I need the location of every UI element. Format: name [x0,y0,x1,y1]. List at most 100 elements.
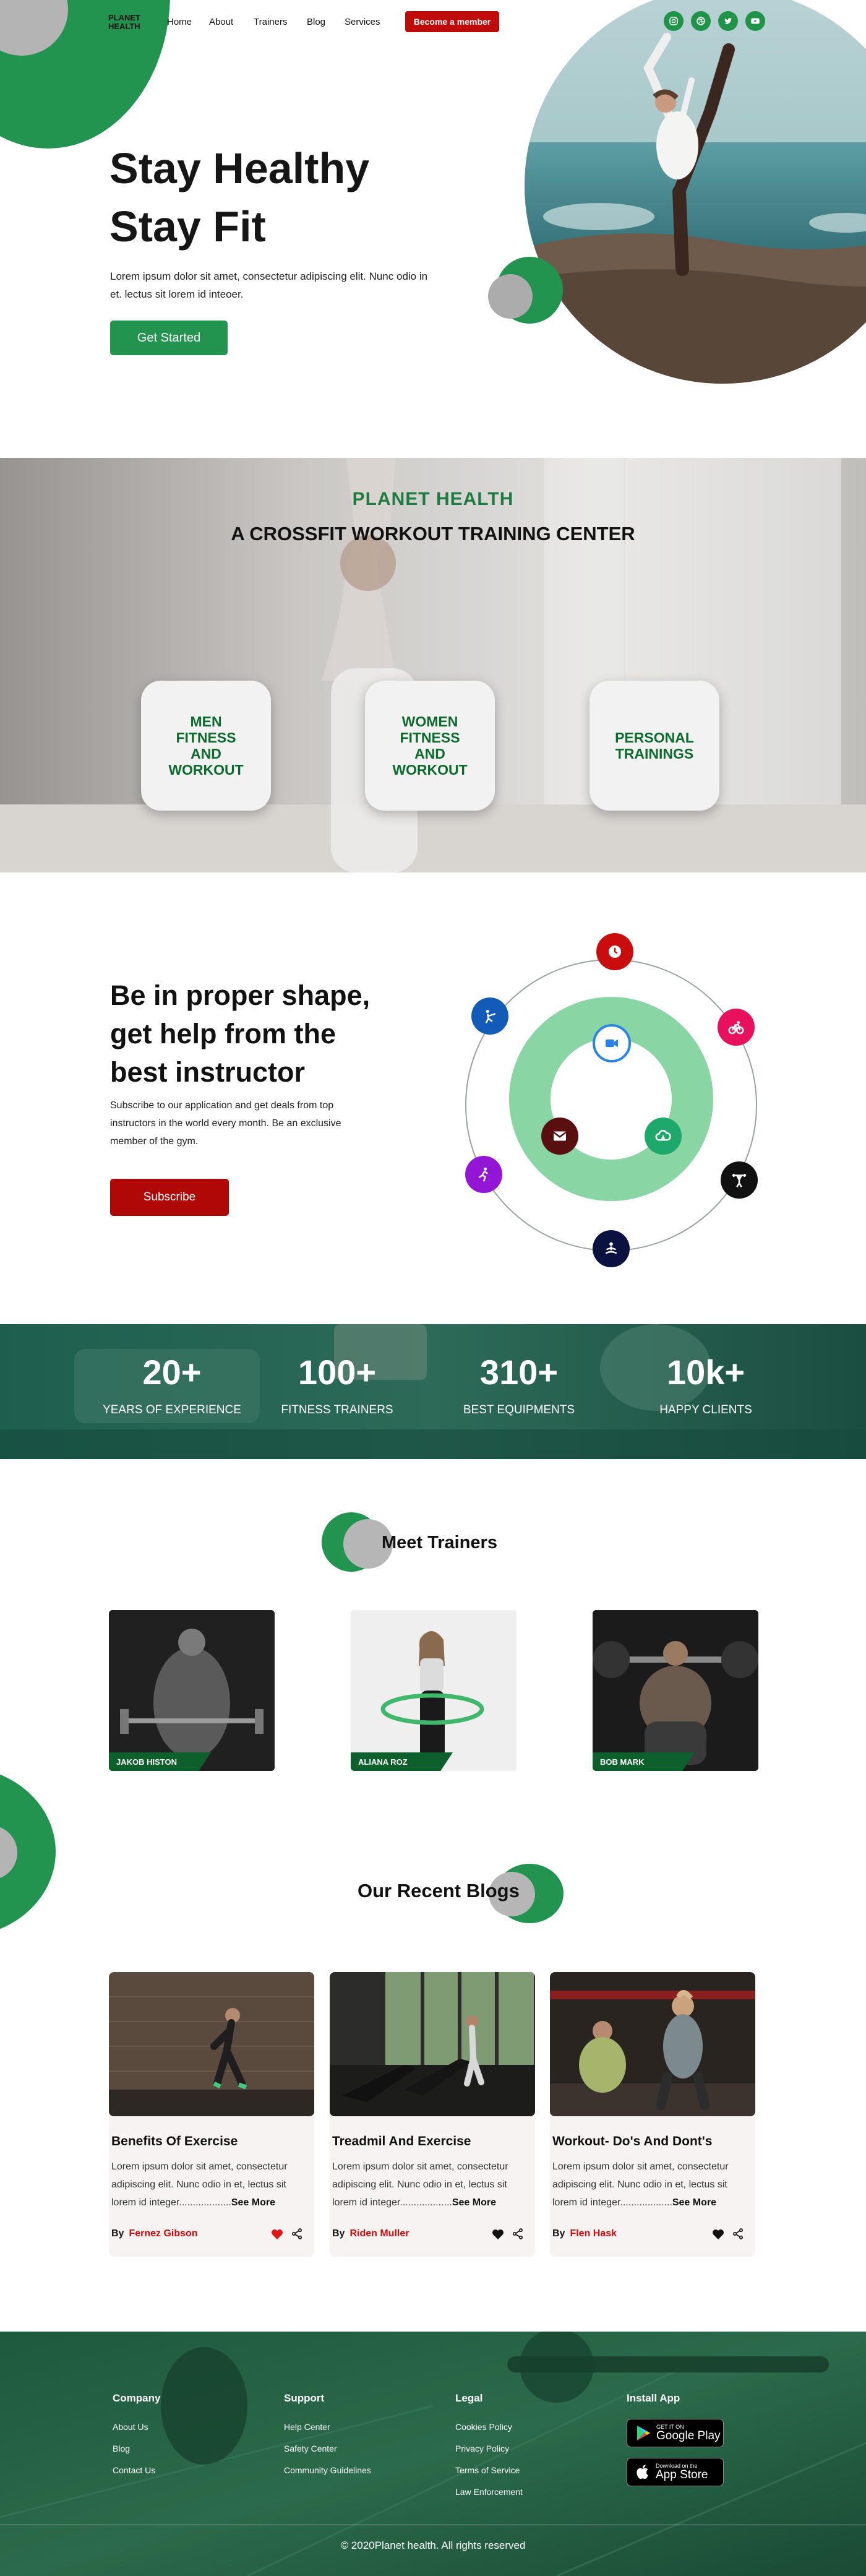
footer-link-law[interactable]: Law Enforcement [455,2487,523,2497]
app-store-button[interactable]: Download on the App Store [627,2458,724,2486]
blog-author[interactable]: Riden Muller [349,2228,409,2239]
blog-byline: By Fernez Gibson [111,2228,198,2239]
dribbble-icon[interactable] [691,11,711,31]
footer-link-about[interactable]: About Us [113,2422,148,2432]
nav-services[interactable]: Services [345,17,380,27]
runner-icon[interactable] [465,1156,502,1193]
trainer-card[interactable]: ALIANA ROZ [351,1610,517,1771]
hero-decor-grey-dot [488,274,533,319]
stat-label: FITNESS TRAINERS [281,1403,393,1416]
hero-title-line2: Stay Fit [109,202,266,251]
footer-link-contact[interactable]: Contact Us [113,2465,155,2475]
subscribe-button[interactable]: Subscribe [110,1179,229,1216]
blog-author[interactable]: Flen Hask [570,2228,617,2239]
blog-author[interactable]: Fernez Gibson [129,2228,197,2239]
proper-shape-title: Be in proper shape, get help from the be… [110,980,371,1088]
share-icon[interactable] [732,2227,744,2241]
stat-label: HAPPY CLIENTS [659,1403,752,1416]
heart-icon[interactable] [711,2226,726,2241]
see-more-link[interactable]: See More [672,2197,716,2208]
blog-card[interactable]: Treadmil And Exercise Lorem ipsum dolor … [330,1972,535,2257]
blog-text: Lorem ipsum dolor sit amet, consectetur … [111,2158,309,2212]
google-play-icon [637,2426,650,2440]
training-center-label: PLANET HEALTH [352,489,514,509]
video-icon[interactable] [593,1024,631,1062]
apple-icon [637,2465,648,2479]
share-icon[interactable] [291,2227,303,2241]
hero-title-line1: Stay Healthy [109,144,370,192]
stat-label: BEST EQUIPMENTS [463,1403,575,1416]
card-personal-trainings[interactable]: PERSONAL TRAININGS [589,681,719,811]
see-more-link[interactable]: See More [452,2197,496,2208]
youtube-icon[interactable] [745,11,765,31]
blog-title[interactable]: Workout- Do's And Dont's [552,2134,712,2149]
twitter-icon[interactable] [718,11,738,31]
stat-label: YEARS OF EXPERIENCE [103,1403,241,1416]
google-play-big: Google Play [656,2429,721,2442]
footer-link-community-guidelines[interactable]: Community Guidelines [284,2465,371,2475]
footer-link-terms[interactable]: Terms of Service [455,2465,520,2475]
nav-trainers[interactable]: Trainers [254,17,287,27]
footer-link-cookies[interactable]: Cookies Policy [455,2422,512,2432]
copyright: © 2020Planet health. All rights reserved [340,2539,526,2551]
blog-byline: By Flen Hask [552,2228,617,2239]
blog-by-label: By [111,2228,124,2239]
card-women-fitness[interactable]: WOMEN FITNESS AND WORKOUT [365,681,495,811]
footer-support-title: Support [284,2392,325,2404]
stat-number: 20+ [142,1353,202,1392]
footer-company-title: Company [113,2392,161,2404]
footer-legal-title: Legal [455,2392,483,2404]
blog-text: Lorem ipsum dolor sit amet, consectetur … [332,2158,530,2212]
heart-icon[interactable] [270,2226,285,2241]
bike-icon[interactable] [718,1009,755,1046]
hero-title: Stay Healthy Stay Fit [109,139,369,256]
blog-title[interactable]: Benefits Of Exercise [111,2134,238,2149]
footer-link-blog[interactable]: Blog [113,2444,130,2453]
stat-number: 10k+ [666,1353,745,1392]
blog-by-label: By [332,2228,345,2239]
blog-text: Lorem ipsum dolor sit amet, consectetur … [552,2158,750,2212]
trainers-title: Meet Trainers [382,1533,497,1553]
weightlifter-icon[interactable] [721,1161,758,1199]
mail-icon[interactable] [541,1118,578,1155]
blog-image [550,1972,755,2116]
blog-by-label: By [552,2228,565,2239]
training-center-heading: A CROSSFIT WORKOUT TRAINING CENTER [231,523,635,545]
blog-image [330,1972,535,2116]
footer-link-help-center[interactable]: Help Center [284,2422,330,2432]
blog-card[interactable]: Workout- Do's And Dont's Lorem ipsum dol… [550,1972,755,2257]
heart-icon[interactable] [491,2226,505,2241]
nav-blog[interactable]: Blog [307,17,325,27]
blog-title[interactable]: Treadmil And Exercise [332,2134,471,2149]
app-store-big: App Store [656,2468,708,2481]
stat-number: 100+ [298,1353,377,1392]
footer-link-safety-center[interactable]: Safety Center [284,2444,337,2453]
footer-link-privacy[interactable]: Privacy Policy [455,2444,509,2453]
google-play-button[interactable]: GET IT ON Google Play [627,2419,724,2447]
proper-shape-text: Subscribe to our application and get dea… [110,1100,341,1147]
clock-icon[interactable] [596,933,633,970]
blog-image [109,1972,314,2116]
footer-install-title: Install App [627,2392,680,2404]
trainer-card[interactable]: BOB MARK [593,1610,758,1771]
instagram-icon[interactable] [664,11,684,31]
hero-photo [525,0,866,384]
logo[interactable]: PLANET HEALTH [108,14,152,31]
become-member-button[interactable]: Become a member [405,11,499,32]
stat-number: 310+ [479,1353,559,1392]
trainer-card[interactable]: JAKOB HISTON [109,1610,275,1771]
hero-text: Lorem ipsum dolor sit amet, consectetur … [110,270,428,300]
karate-icon[interactable] [471,997,508,1035]
nav-about[interactable]: About [209,17,233,27]
blog-card[interactable]: Benefits Of Exercise Lorem ipsum dolor s… [109,1972,314,2257]
nav-home[interactable]: Home [167,17,192,27]
trainer-name: JAKOB HISTON [109,1752,211,1771]
card-men-fitness[interactable]: MEN FITNESS AND WORKOUT [141,681,271,811]
trainer-name: ALIANA ROZ [351,1752,453,1771]
share-icon[interactable] [512,2227,524,2241]
blogs-title: Our Recent Blogs [358,1880,520,1902]
meditation-icon[interactable] [593,1230,630,1267]
see-more-link[interactable]: See More [231,2197,275,2208]
get-started-button[interactable]: Get Started [110,321,228,355]
cloud-icon[interactable] [645,1118,682,1155]
